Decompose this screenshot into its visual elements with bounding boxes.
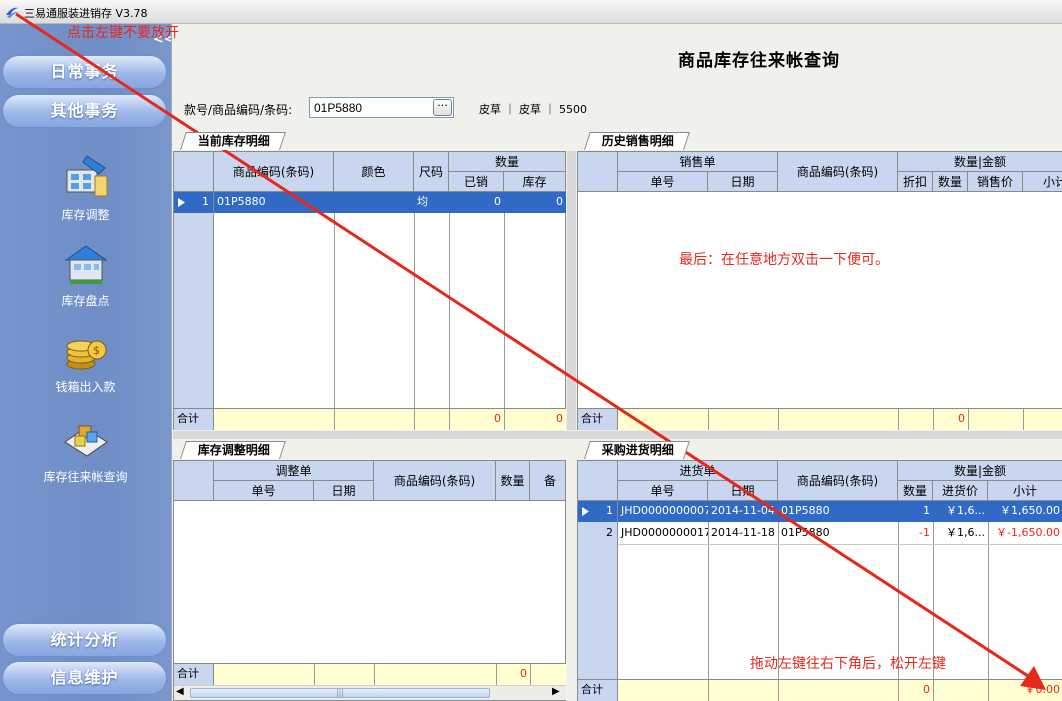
col-header-size[interactable]: 尺码 bbox=[414, 152, 449, 192]
col-group-adjust-order: 调整单 bbox=[214, 461, 374, 481]
sidebar: << 日常事务 其他事务 库存调整 库存盘点 $ 钱箱出入款 库存往来帐查询 统… bbox=[0, 24, 175, 701]
footer-label: 合计 bbox=[581, 683, 603, 696]
search-label: 款号/商品编码/条码: bbox=[184, 103, 293, 117]
col-header-date[interactable]: 日期 bbox=[708, 172, 778, 192]
nav-item-inventory-count[interactable]: 库存盘点 bbox=[0, 240, 171, 309]
col-header-order-no[interactable]: 单号 bbox=[618, 481, 708, 501]
window-title: 三易通服装进销存 V3.78 bbox=[24, 7, 148, 20]
col-header-code[interactable]: 商品编码(条码) bbox=[374, 461, 496, 501]
col-group-sales-order: 销售单 bbox=[618, 152, 778, 172]
col-header-qty[interactable]: 数量 bbox=[933, 172, 968, 192]
annotation-double-click: 最后：在任意地方双击一下便可。 bbox=[679, 252, 889, 268]
col-header-order-no[interactable]: 单号 bbox=[618, 172, 708, 192]
col-header-price[interactable]: 进货价 bbox=[933, 481, 988, 501]
scroll-left-icon[interactable]: ◀ bbox=[176, 686, 184, 697]
annotation-drag-release: 拖动左键往右下角后，松开左键 bbox=[750, 656, 946, 672]
current-row-icon bbox=[178, 198, 185, 207]
col-header-date[interactable]: 日期 bbox=[708, 481, 778, 501]
col-header-color[interactable]: 颜色 bbox=[334, 152, 414, 192]
col-header-code[interactable]: 商品编码(条码) bbox=[778, 152, 898, 192]
footer-label: 合计 bbox=[177, 667, 199, 680]
col-header-code[interactable]: 商品编码(条码) bbox=[214, 152, 334, 192]
nav-item-cashbox[interactable]: $ 钱箱出入款 bbox=[0, 326, 171, 395]
current-stock-grid: 商品编码(条码) 颜色 尺码 数量 已销 库存 1 01P5880 均 0 0 … bbox=[173, 151, 566, 430]
footer-qty: 0 bbox=[958, 412, 965, 425]
col-group-qty: 数量 bbox=[449, 152, 566, 172]
scroll-right-icon[interactable]: ▶ bbox=[552, 686, 560, 697]
col-header-qty[interactable]: 数量 bbox=[496, 461, 530, 501]
col-header-price[interactable]: 销售价 bbox=[968, 172, 1023, 192]
footer-qty: 0 bbox=[923, 683, 930, 696]
col-group-qty-amount: 数量|金额 bbox=[898, 461, 1062, 481]
col-header-subtotal[interactable]: 小计 bbox=[988, 481, 1062, 501]
vertical-splitter[interactable] bbox=[567, 151, 576, 430]
product-info: 皮草 ｜ 皮草 ｜ 5500 bbox=[479, 103, 587, 116]
col-header-subtotal[interactable]: 小计 bbox=[1023, 172, 1062, 192]
row-header-column bbox=[174, 192, 214, 408]
section-daily-affairs[interactable]: 日常事务 bbox=[2, 55, 167, 89]
nav-item-label: 库存盘点 bbox=[61, 294, 110, 308]
col-header-sold[interactable]: 已销 bbox=[449, 172, 504, 192]
footer-label: 合计 bbox=[581, 412, 603, 425]
nav-item-label: 库存调整 bbox=[61, 208, 110, 222]
inventory-adjust-icon bbox=[66, 155, 107, 197]
section-info-maintenance[interactable]: 信息维护 bbox=[2, 661, 167, 695]
scroll-thumb[interactable]: ||| bbox=[190, 688, 490, 698]
col-header-date[interactable]: 日期 bbox=[314, 481, 374, 501]
app-logo-icon bbox=[6, 7, 19, 18]
col-header-qty[interactable]: 数量 bbox=[898, 481, 933, 501]
inventory-adjust-grid: 调整单 单号 日期 商品编码(条码) 数量 备 合计 0 ◀ ||| ▶ bbox=[173, 460, 566, 701]
cashbox-icon: $ bbox=[66, 340, 106, 370]
svg-text:$: $ bbox=[93, 344, 100, 357]
footer-stock: 0 bbox=[556, 412, 563, 425]
inventory-count-icon bbox=[63, 245, 108, 284]
section-statistics[interactable]: 统计分析 bbox=[2, 623, 167, 657]
footer-qty: 0 bbox=[520, 667, 527, 680]
col-group-purchase-order: 进货单 bbox=[618, 461, 778, 481]
page-title: 商品库存往来帐查询 bbox=[678, 51, 840, 71]
col-header-remark[interactable]: 备 bbox=[530, 461, 566, 501]
section-other-affairs[interactable]: 其他事务 bbox=[2, 94, 167, 128]
footer-row bbox=[578, 408, 1062, 430]
nav-item-label: 钱箱出入款 bbox=[55, 380, 116, 394]
sales-history-grid: 销售单 单号 日期 商品编码(条码) 数量|金额 折扣 数量 销售价 小计 合计… bbox=[577, 151, 1062, 430]
horizontal-splitter[interactable] bbox=[173, 431, 1062, 439]
tab-current-stock[interactable]: 当前库存明细 bbox=[180, 132, 286, 150]
current-row-icon bbox=[582, 507, 589, 516]
browse-button[interactable]: ··· bbox=[433, 99, 452, 116]
annotation-hold-left-click: 点击左键不要放开 bbox=[67, 25, 179, 41]
horizontal-scrollbar[interactable]: ◀ ||| ▶ bbox=[174, 685, 566, 700]
nav-item-inventory-adjust[interactable]: 库存调整 bbox=[0, 152, 171, 223]
nav-item-label: 库存往来帐查询 bbox=[43, 470, 128, 484]
col-header-code[interactable]: 商品编码(条码) bbox=[778, 461, 898, 501]
col-header-stock[interactable]: 库存 bbox=[504, 172, 566, 192]
row-header-corner bbox=[174, 152, 214, 192]
col-header-discount[interactable]: 折扣 bbox=[898, 172, 933, 192]
footer-sold: 0 bbox=[494, 412, 501, 425]
title-bar: 三易通服装进销存 V3.78 bbox=[0, 0, 1062, 24]
inventory-ledger-icon bbox=[63, 425, 108, 457]
col-header-order-no[interactable]: 单号 bbox=[214, 481, 314, 501]
footer-subtotal: ￥0.00 bbox=[1024, 683, 1061, 696]
tab-purchase[interactable]: 采购进货明细 bbox=[584, 441, 690, 459]
tab-sales-history[interactable]: 历史销售明细 bbox=[584, 132, 690, 150]
footer-label: 合计 bbox=[177, 412, 199, 425]
tab-inventory-adjust[interactable]: 库存调整明细 bbox=[180, 441, 286, 459]
nav-item-inventory-ledger[interactable]: 库存往来帐查询 bbox=[0, 416, 171, 485]
col-group-qty-amount: 数量|金额 bbox=[898, 152, 1062, 172]
